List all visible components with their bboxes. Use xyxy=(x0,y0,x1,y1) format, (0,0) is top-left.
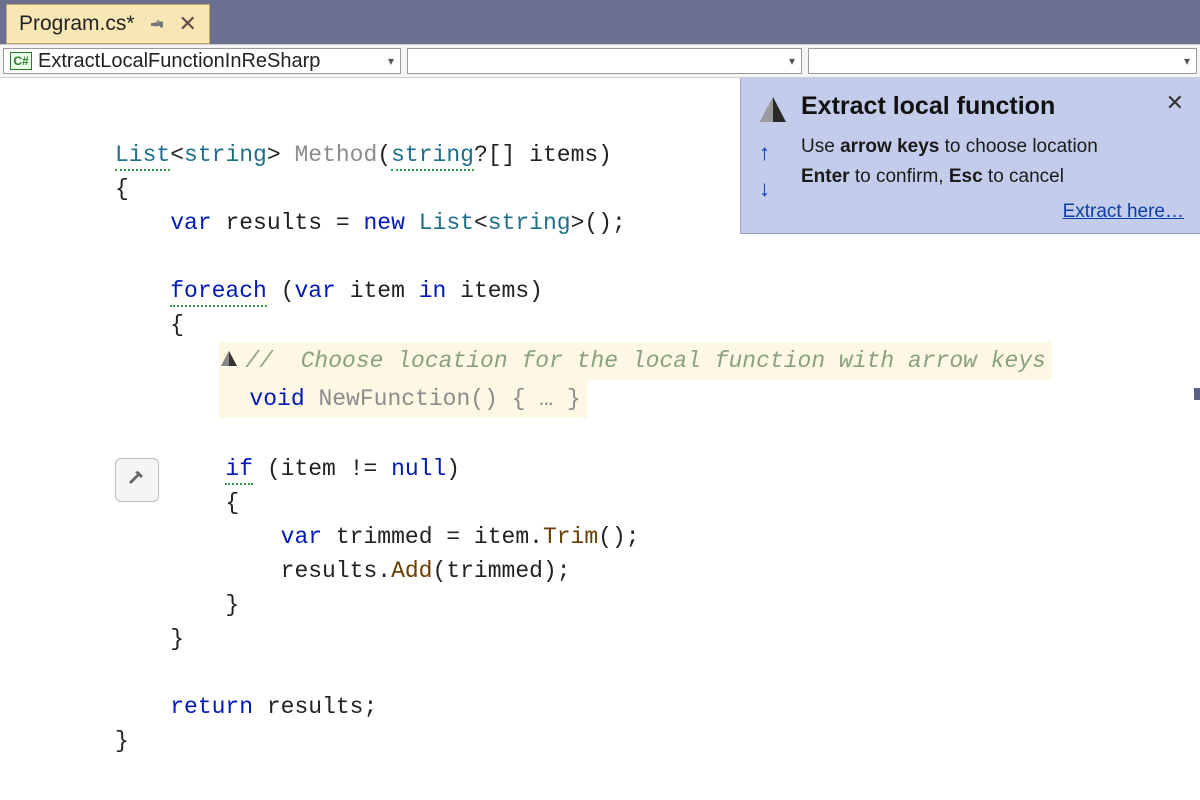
param-items: items xyxy=(529,142,598,168)
popup-text-bold: Esc xyxy=(949,166,983,187)
kw-if: if xyxy=(225,456,253,485)
popup-body: Use arrow keys to choose location Enter … xyxy=(801,132,1184,193)
type-string: string xyxy=(391,142,474,171)
insert-body: { … } xyxy=(512,386,581,412)
call-trim: Trim xyxy=(543,524,598,550)
id-results: results xyxy=(225,210,322,236)
pyramid-icon xyxy=(757,94,789,126)
hammer-icon xyxy=(125,468,149,492)
popup-title: Extract local function xyxy=(801,92,1154,121)
type-string: string xyxy=(488,210,571,236)
popup-text: to choose location xyxy=(939,136,1097,157)
tab-bar: Program.cs* ✕ xyxy=(0,0,1200,44)
kw-var: var xyxy=(281,524,322,550)
active-tab[interactable]: Program.cs* ✕ xyxy=(6,4,210,44)
chevron-down-icon: ▾ xyxy=(382,54,394,68)
kw-new: new xyxy=(364,210,405,236)
scope-text: ExtractLocalFunctionInReSharp xyxy=(38,50,382,73)
id-items: items xyxy=(460,278,529,304)
type-list: List xyxy=(419,210,474,236)
kw-return: return xyxy=(170,694,253,720)
insertion-preview[interactable]: // Choose location for the local functio… xyxy=(219,342,1052,380)
id-trimmed: trimmed xyxy=(446,558,543,584)
call-add: Add xyxy=(391,558,432,584)
insert-comment: // Choose location for the local functio… xyxy=(245,348,1046,374)
id-item: item xyxy=(350,278,405,304)
breadcrumb-bar: C# ExtractLocalFunctionInReSharp ▾ ▾ ▾ xyxy=(0,44,1200,78)
arrow-indicators: ↑ ↓ xyxy=(759,140,770,202)
kw-null: null xyxy=(391,456,446,482)
new-function-name: NewFunction xyxy=(318,386,470,412)
pyramid-icon xyxy=(219,349,239,369)
popup-text-bold: arrow keys xyxy=(840,136,939,157)
kw-var: var xyxy=(170,210,211,236)
id-results: results xyxy=(281,558,378,584)
type-string: string xyxy=(184,142,267,168)
popup-text: Use xyxy=(801,136,840,157)
csharp-badge-icon: C# xyxy=(10,52,32,70)
chevron-down-icon: ▾ xyxy=(783,54,795,68)
id-item: item xyxy=(281,456,336,482)
arrow-down-icon: ↓ xyxy=(759,176,770,202)
region-dropdown[interactable]: ▾ xyxy=(808,48,1197,74)
quick-action-button[interactable] xyxy=(115,458,159,502)
chevron-down-icon: ▾ xyxy=(1178,54,1190,68)
kw-in: in xyxy=(419,278,447,304)
method-name: Method xyxy=(294,142,377,168)
pin-icon[interactable] xyxy=(149,16,165,32)
scope-dropdown[interactable]: C# ExtractLocalFunctionInReSharp ▾ xyxy=(3,48,401,74)
gutter xyxy=(0,78,55,800)
member-dropdown[interactable]: ▾ xyxy=(407,48,802,74)
id-item: item xyxy=(474,524,529,550)
popup-text: to cancel xyxy=(983,166,1064,187)
kw-foreach: foreach xyxy=(170,278,267,307)
extract-here-link[interactable]: Extract here… xyxy=(757,201,1184,223)
popup-text-bold: Enter xyxy=(801,166,850,187)
arrow-up-icon: ↑ xyxy=(759,140,770,166)
extract-popup: Extract local function ✕ ↑ ↓ Use arrow k… xyxy=(740,78,1200,234)
id-results: results xyxy=(267,694,364,720)
kw-var: var xyxy=(294,278,335,304)
scroll-marker[interactable] xyxy=(1194,388,1200,400)
close-icon[interactable]: ✕ xyxy=(179,13,197,35)
editor[interactable]: List<string> Method(string?[] items) { v… xyxy=(0,78,1200,800)
tab-title: Program.cs* xyxy=(19,12,135,36)
insertion-preview-line2[interactable]: void NewFunction() { … } xyxy=(219,380,586,418)
kw-void: void xyxy=(249,386,304,412)
type-list: List xyxy=(115,142,170,171)
close-icon[interactable]: ✕ xyxy=(1166,92,1184,114)
id-trimmed: trimmed xyxy=(336,524,433,550)
popup-text: to confirm, xyxy=(850,166,949,187)
